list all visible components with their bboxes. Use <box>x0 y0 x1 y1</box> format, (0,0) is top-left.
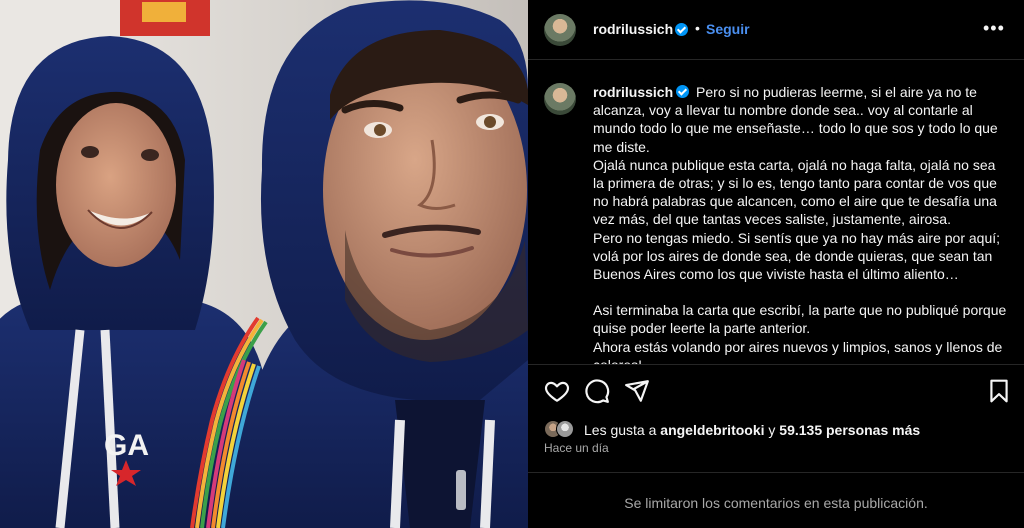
author-avatar[interactable] <box>544 14 576 46</box>
likes-connector: y <box>768 422 776 438</box>
caption-paragraph-2: Ojalá nunca publique esta carta, ojalá n… <box>593 156 997 228</box>
post-header: rodrilussich • Seguir ••• <box>528 0 1024 60</box>
author-username[interactable]: rodrilussich <box>593 21 673 37</box>
more-options-icon[interactable]: ••• <box>983 18 1005 39</box>
caption-verified-badge-icon <box>676 85 690 98</box>
likes-text: Les gusta a angeldebritooki y 59.135 per… <box>584 422 920 438</box>
liker-avatars[interactable] <box>544 420 580 440</box>
caption-paragraph-5: Ahora estás volando por aires nuevos y l… <box>593 338 1003 364</box>
heart-icon[interactable] <box>544 378 570 404</box>
bookmark-icon[interactable] <box>986 378 1012 404</box>
post-caption: rodrilussich Pero si no pudieras leerme,… <box>593 83 1008 364</box>
post-details-panel: rodrilussich • Seguir ••• rodrilussich P… <box>528 0 1024 528</box>
post-photo[interactable]: GA <box>0 0 528 528</box>
photo-illustration: GA <box>0 0 528 528</box>
caption-paragraph-3: Pero no tengas miedo. Si sentís que ya n… <box>593 229 1001 283</box>
verified-badge-icon <box>675 23 688 36</box>
follow-button[interactable]: Seguir <box>706 21 750 37</box>
hoodie-logo: GA <box>104 429 149 462</box>
caption-author-avatar[interactable] <box>544 83 576 115</box>
caption-paragraph-4: Asi terminaba la carta que escribí, la p… <box>593 302 1007 337</box>
caption-scroll-area[interactable]: rodrilussich Pero si no pudieras leerme,… <box>528 61 1024 364</box>
comments-disabled-notice: Se limitaron los comentarios en esta pub… <box>528 472 1024 528</box>
share-icon[interactable] <box>624 378 650 404</box>
liker-avatar[interactable] <box>556 420 574 438</box>
comments-disabled-text: Se limitaron los comentarios en esta pub… <box>624 495 928 511</box>
comment-icon[interactable] <box>584 378 610 404</box>
post-timestamp[interactable]: Hace un día <box>544 441 609 455</box>
liker-username[interactable]: angeldebritooki <box>660 422 764 438</box>
action-bar <box>528 364 1024 416</box>
header-separator: • <box>695 20 700 36</box>
caption-username[interactable]: rodrilussich <box>593 84 673 100</box>
likes-others-link[interactable]: 59.135 personas más <box>779 422 920 438</box>
likes-prefix: Les gusta a <box>584 422 657 438</box>
